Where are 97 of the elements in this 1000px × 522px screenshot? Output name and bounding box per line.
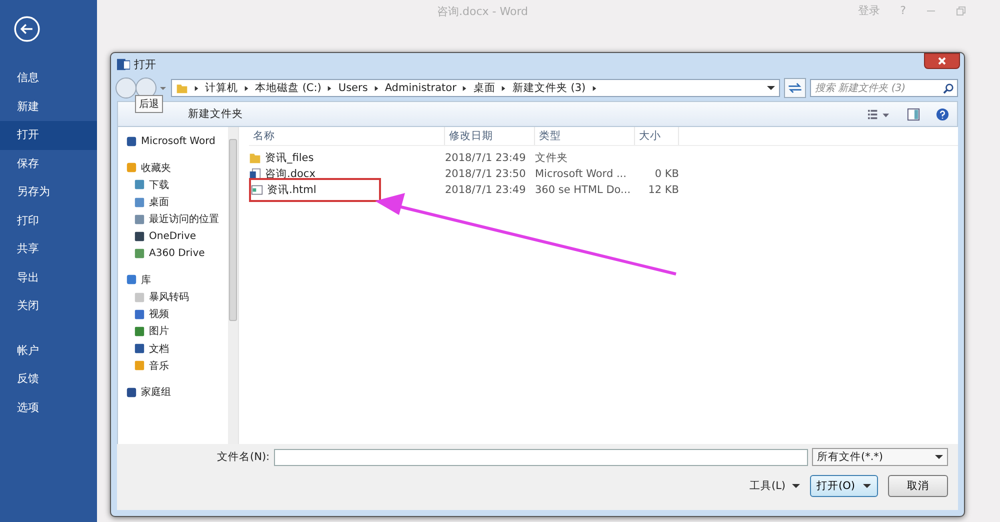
table-cell-text: 12 KB [647,184,679,196]
backstage-menu-item[interactable]: 打开 [0,121,97,150]
breadcrumb-item[interactable]: Users [338,82,368,94]
nav-item-icon [134,360,145,372]
nav-item-icon [126,386,137,398]
nav-item[interactable]: 文档 [126,340,228,358]
caret-icon [863,483,871,489]
document-icon [249,168,261,180]
nav-item[interactable]: 暴风转码 [126,288,228,306]
table-cell-text: 2018/7/1 23:49 [445,184,527,196]
nav-item-icon [134,231,145,242]
backstage-menu-item[interactable]: 帐户 [0,336,97,365]
window-title: 咨询.docx - Word [437,4,528,19]
search-icon [943,83,954,94]
search-field[interactable]: 搜索 新建文件夹 (3) [810,79,958,97]
nav-item-icon [126,136,137,148]
nav-item-icon [134,179,145,190]
chevron-icon [244,84,249,92]
table-cell-text: 2018/7/1 23:50 [445,168,527,180]
chevron-icon [501,84,506,92]
backstage-menu-item[interactable]: 反馈 [0,365,97,394]
dialog-title: 打开 [134,56,156,72]
refresh-icon[interactable] [784,78,806,98]
backstage-menu-item[interactable]: 新建 [0,92,97,121]
backstage-menu-item[interactable]: 另存为 [0,178,97,206]
toolbar-button[interactable]: 新建文件夹 [188,107,243,121]
caret-icon [935,454,943,460]
table-cell-text: Microsoft Word ... [535,168,628,180]
tools-dropdown[interactable]: 工具(L) [749,479,800,493]
breadcrumb-item[interactable]: Administrator [384,82,456,94]
caret-icon [792,483,800,489]
folder-icon [176,82,188,94]
file-type-dropdown[interactable]: 所有文件(*.*) [812,448,948,466]
nav-item[interactable]: OneDrive [126,228,228,246]
file-name[interactable]: 资讯_files [249,150,445,166]
nav-item[interactable]: 桌面 [126,194,228,211]
chevron-icon [194,84,199,92]
nav-item-icon [134,248,145,260]
breadcrumb-item[interactable]: 桌面 [473,81,496,95]
nav-item[interactable]: 家庭组 [126,383,228,401]
nav-item[interactable]: 音乐 [126,357,228,374]
tooltip: 后退 [135,95,163,113]
nav-item-icon [126,162,137,174]
breadcrumb-item[interactable]: 计算机 [205,81,238,95]
table-cell-text: 2018/7/1 23:49 [445,152,527,164]
column-header[interactable]: 修改日期 [445,127,535,145]
column-header[interactable]: 类型 [535,127,635,145]
breadcrumb-item[interactable]: 本地磁盘 (C:) [255,81,322,95]
table-cell-text: 文件夹 [535,151,569,165]
folder-icon [249,152,261,164]
nav-item[interactable]: 图片 [126,322,228,340]
backstage-menu-item[interactable]: 导出 [0,264,97,292]
table-cell-text: 360 se HTML Do... [535,184,632,196]
nav-item[interactable]: 视频 [126,306,228,323]
table-cell-text: 0 KB [654,168,679,180]
file-name-field[interactable] [274,448,808,466]
nav-item-icon [134,326,145,337]
dropdown-arrow-icon[interactable] [767,85,775,91]
chevron-icon [374,84,379,92]
nav-item-icon [126,274,137,286]
backstage-menu-item[interactable]: 共享 [0,235,97,264]
back-forward-icon[interactable] [115,77,167,99]
column-header[interactable]: 大小 [635,127,679,145]
close-icon [937,56,947,66]
nav-item-icon [134,343,145,354]
chevron-icon [592,84,597,92]
file-name[interactable]: 资讯.html [249,178,381,202]
close-button[interactable] [924,53,960,69]
nav-item[interactable]: 收藏夹 [126,159,228,176]
backstage-menu-item[interactable]: 信息 [0,64,97,92]
preview-pane-icon[interactable] [907,108,920,120]
file-name-label: 文件名(N): [217,450,270,464]
open-button[interactable]: 打开(O) [810,475,878,497]
backstage-menu-item[interactable]: 选项 [0,394,97,422]
web-page-icon [251,184,263,196]
view-options-icon[interactable] [867,108,891,120]
nav-item[interactable]: Microsoft Word [126,133,228,150]
cancel-button[interactable]: 取消 [888,475,948,497]
chevron-icon [327,84,332,92]
help-icon[interactable] [936,108,949,120]
address-bar[interactable]: 计算机 本地磁盘 (C:) Users Administrator 桌面 新建文件夹 (3) [171,79,780,97]
chevron-icon [462,84,468,92]
nav-item[interactable]: 库 [126,271,228,288]
nav-item-icon [134,292,145,303]
backstage-menu-item[interactable]: 关闭 [0,292,97,320]
breadcrumb-item[interactable]: 新建文件夹 (3) [512,81,586,95]
scrollbar[interactable] [228,127,238,444]
nav-item-icon [134,214,145,225]
word-icon [117,58,130,70]
nav-item[interactable]: 下载 [126,176,228,194]
nav-item-icon [134,308,145,320]
nav-item[interactable]: 最近访问的位置 [126,210,228,228]
column-header[interactable]: 名称 [249,127,445,145]
nav-item[interactable]: A360 Drive [126,245,228,262]
nav-item-icon [134,196,145,208]
backstage-menu-item[interactable]: 打印 [0,206,97,235]
backstage-menu-item[interactable]: 保存 [0,150,97,178]
